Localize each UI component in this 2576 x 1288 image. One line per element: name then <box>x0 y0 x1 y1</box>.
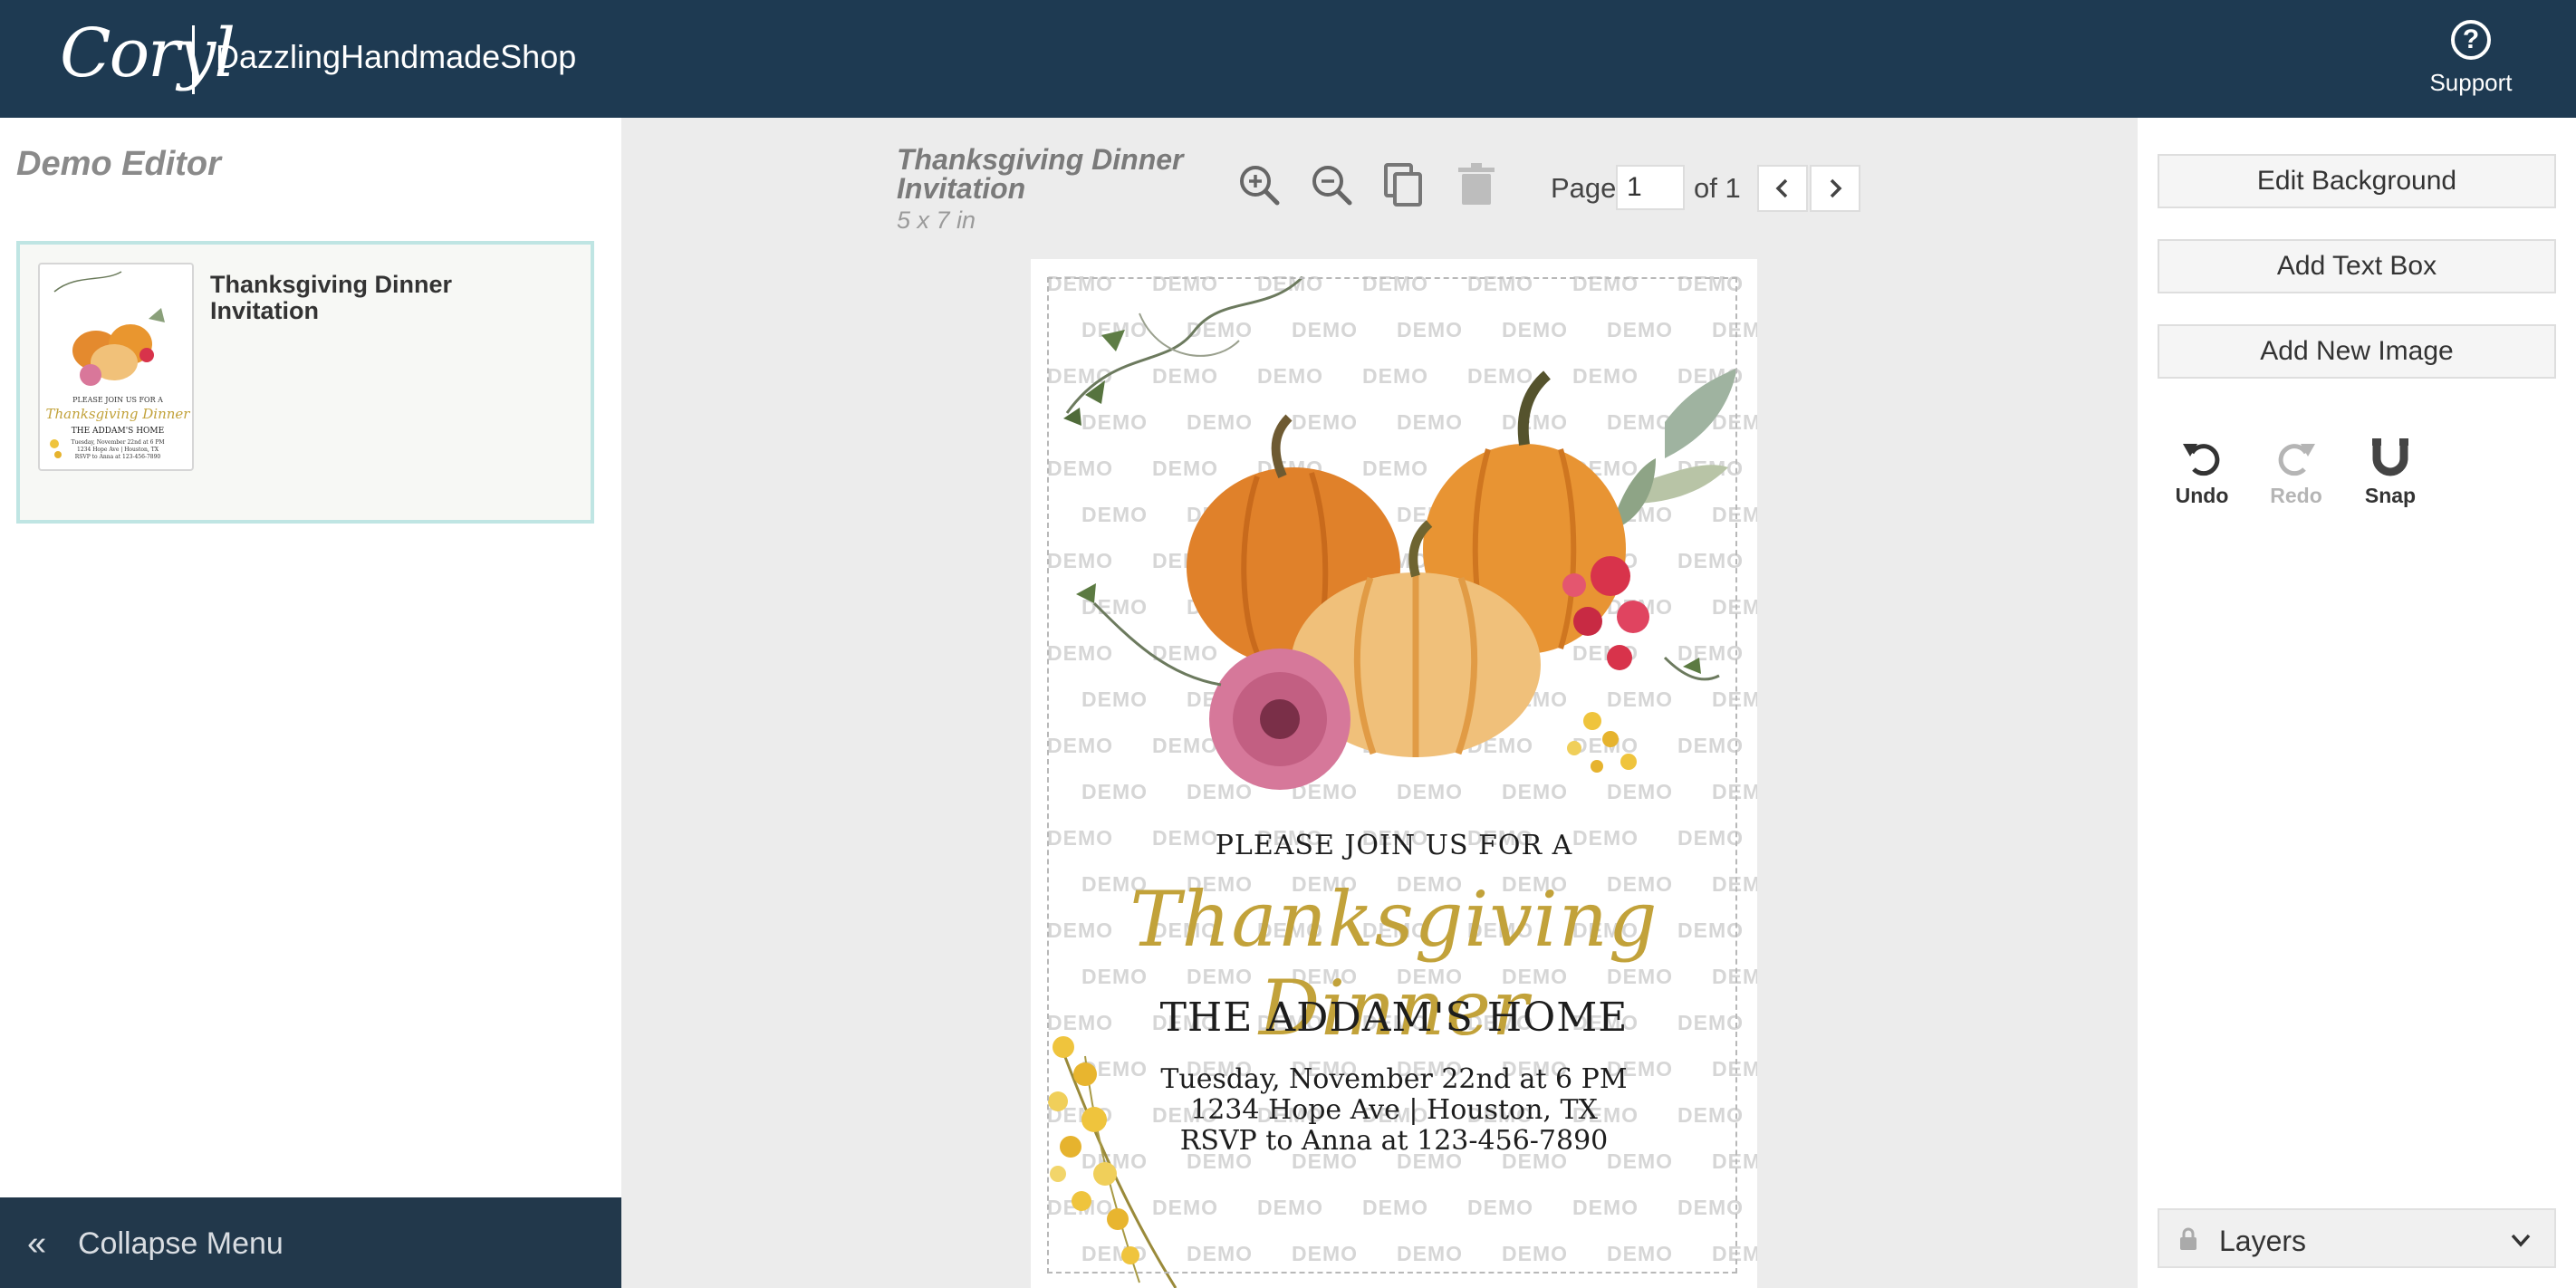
add-new-image-button[interactable]: Add New Image <box>2158 324 2556 379</box>
page-label: Page <box>1551 172 1617 204</box>
invitation-join-text[interactable]: PLEASE JOIN US FOR A <box>1031 830 1757 861</box>
next-page-button[interactable] <box>1810 165 1860 212</box>
document-title: Thanksgiving Dinner Invitation <box>897 143 1184 205</box>
add-text-box-button[interactable]: Add Text Box <box>2158 239 2556 293</box>
zoom-out-button[interactable] <box>1306 159 1357 210</box>
canvas-area: Thanksgiving Dinner Invitation 5 x 7 in … <box>621 118 2138 1288</box>
help-circle-icon: ? <box>2451 20 2491 60</box>
thumbnail-illustration: PLEASE JOIN US FOR A Thanksgiving Dinner… <box>46 271 191 460</box>
chevron-left-icon <box>1775 178 1788 198</box>
trash-icon <box>1458 163 1495 205</box>
redo-label: Redo <box>2270 484 2322 507</box>
copy-icon <box>1384 163 1422 207</box>
svg-text:PLEASE JOIN US FOR A: PLEASE JOIN US FOR A <box>72 396 163 404</box>
magnet-icon <box>2372 438 2408 476</box>
editor-title: Demo Editor <box>16 145 221 183</box>
right-panel: Edit Background Add Text Box Add New Ima… <box>2138 118 2576 1288</box>
invitation-date-text[interactable]: Tuesday, November 22nd at 6 PM <box>1031 1063 1757 1095</box>
edit-background-button[interactable]: Edit Background <box>2158 154 2556 208</box>
chevron-down-icon <box>2511 1234 2531 1247</box>
layers-dropdown[interactable]: Layers <box>2158 1208 2556 1268</box>
zoom-in-icon <box>1240 166 1280 206</box>
page-number-input[interactable] <box>1616 165 1685 210</box>
layers-label: Layers <box>2219 1225 2307 1257</box>
support-button[interactable]: ? Support <box>2417 20 2525 103</box>
app-logo[interactable]: Coryl <box>60 14 235 92</box>
zoom-out-icon <box>1312 166 1352 206</box>
chevron-right-icon <box>1830 178 1842 198</box>
invitation-rsvp-text[interactable]: RSVP to Anna at 123-456-7890 <box>1031 1125 1757 1157</box>
invitation-address-text[interactable]: 1234 Hope Ave | Houston, TX <box>1031 1094 1757 1126</box>
svg-text:RSVP to Anna at 123-456-7890: RSVP to Anna at 123-456-7890 <box>75 454 161 460</box>
zoom-in-button[interactable] <box>1234 159 1284 210</box>
previous-page-button[interactable] <box>1757 165 1808 212</box>
invitation-host-text[interactable]: THE ADDAM'S HOME <box>1031 995 1757 1041</box>
left-sidebar: Demo Editor PLEASE JOIN US FOR A Thanksg… <box>0 118 621 1288</box>
redo-button[interactable]: Redo <box>2255 435 2337 508</box>
shop-name: DazzlingHandmadeShop <box>216 38 577 75</box>
svg-text:Thanksgiving Dinner: Thanksgiving Dinner <box>46 406 191 422</box>
lock-icon <box>2180 1227 2196 1250</box>
svg-text:Tuesday, November 22nd at 6 PM: Tuesday, November 22nd at 6 PM <box>71 439 164 446</box>
redo-icon <box>2278 444 2315 476</box>
svg-text:1234 Hope Ave | Houston, TX: 1234 Hope Ave | Houston, TX <box>77 447 159 453</box>
page-thumbnail: PLEASE JOIN US FOR A Thanksgiving Dinner… <box>38 263 194 471</box>
undo-icon <box>2183 444 2220 476</box>
collapse-menu-button[interactable]: « Collapse Menu <box>0 1197 621 1288</box>
page-card-title: Thanksgiving Dinner Invitation <box>210 271 453 324</box>
snap-label: Snap <box>2364 484 2417 507</box>
svg-text:THE ADDAM'S HOME: THE ADDAM'S HOME <box>72 427 164 436</box>
page-card[interactable]: PLEASE JOIN US FOR A Thanksgiving Dinner… <box>16 241 594 524</box>
page-count: of 1 <box>1694 172 1741 204</box>
design-canvas[interactable]: DEMO DEMO DEMO DEMO DEMO DEMO DEMO DEMO DEMO DEMO… <box>1031 259 1757 1288</box>
top-bar: Coryl DazzlingHandmadeShop ? Support <box>0 0 2576 118</box>
double-chevron-left-icon: « <box>27 1225 47 1263</box>
document-size: 5 x 7 in <box>897 207 976 234</box>
snap-button[interactable]: Snap <box>2350 435 2431 508</box>
delete-button[interactable] <box>1451 159 1502 210</box>
undo-label: Undo <box>2175 484 2229 507</box>
support-label: Support <box>2429 69 2513 96</box>
duplicate-button[interactable] <box>1379 159 1429 210</box>
logo-divider <box>192 25 195 94</box>
undo-button[interactable]: Undo <box>2161 435 2243 508</box>
collapse-menu-label: Collapse Menu <box>78 1226 284 1261</box>
